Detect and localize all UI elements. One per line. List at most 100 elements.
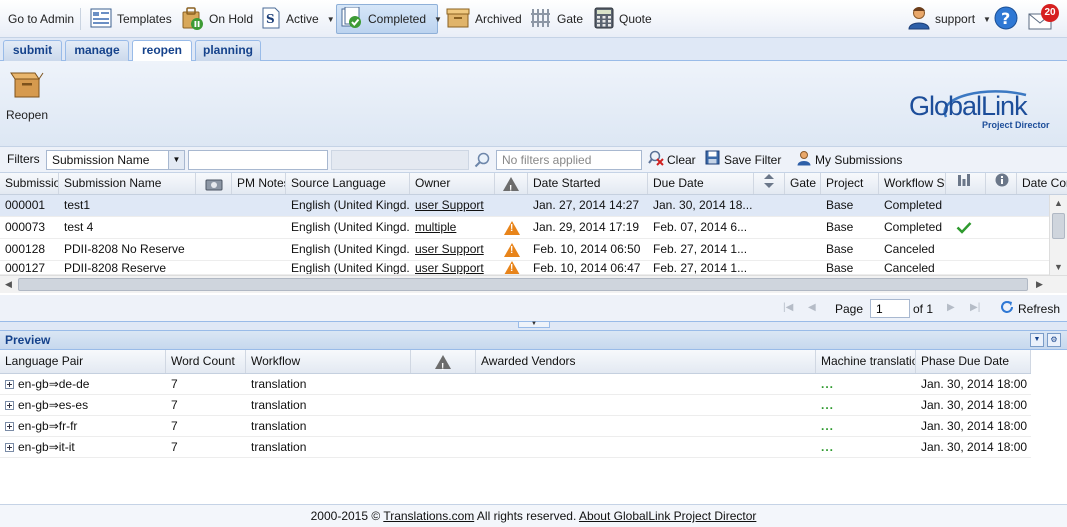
page-number-input[interactable] [870,299,910,318]
my-submissions-button[interactable]: My Submissions [797,150,902,170]
tab-reopen[interactable]: reopen [132,40,192,62]
grid-vertical-scrollbar[interactable]: ▲ ▼ [1049,195,1067,275]
completed-button[interactable]: Completed ▼ [336,4,442,34]
user-menu[interactable]: support ▼ [904,4,995,34]
refresh-button[interactable]: Refresh [1000,300,1060,317]
language-pair: en-gb⇒fr-fr [0,416,166,438]
notifications-button[interactable]: 20 [1024,4,1060,34]
column-header-awarded-vendors[interactable]: Awarded Vendors [476,350,816,373]
column-header-date-completed[interactable]: Date Con [1017,173,1067,194]
language-pair-text: en-gb⇒de-de [18,377,90,391]
owner-link[interactable]: multiple [410,217,495,239]
submission-id: 000001 [5,198,46,212]
column-header-language-pair[interactable]: Language Pair [0,350,166,373]
list-item[interactable]: en-gb⇒fr-fr 7 translation ... Jan. 30, 2… [0,416,1031,437]
column-header-workflow[interactable]: Workflow [246,350,411,373]
column-header-phase-due-date[interactable]: Phase Due Date [916,350,1031,373]
templates-button[interactable]: Templates [86,4,176,34]
column-header-project[interactable]: Project [821,173,879,194]
tab-manage[interactable]: manage [65,40,129,61]
on-hold-button[interactable]: On Hold [176,4,257,34]
column-header-machine-translation[interactable]: Machine translation [816,350,916,373]
owner-link[interactable]: user Support [410,261,495,274]
project-name: Base [826,220,854,234]
language-pair-text: en-gb⇒it-it [18,440,75,454]
table-row[interactable]: 000073 test 4 English (United Kingd... m… [0,217,1049,239]
go-to-admin-button[interactable]: Go to Admin [4,4,78,34]
about-link[interactable]: About GlobalLink Project Director [579,509,756,523]
table-row[interactable]: 000128 PDII-8208 No Reserve English (Uni… [0,239,1049,261]
reopen-button[interactable]: Reopen [4,69,50,127]
tab-submit[interactable]: submit [3,40,62,61]
scrollbar-thumb[interactable] [1052,213,1065,239]
info-icon [995,173,1009,194]
scroll-right-icon[interactable]: ▶ [1036,279,1043,290]
scroll-left-icon[interactable]: ◀ [5,279,12,290]
user-avatar-icon [908,6,930,33]
next-page-icon[interactable]: ▶ [947,302,955,313]
save-filter-button[interactable]: Save Filter [705,150,781,170]
column-header-alert[interactable] [495,173,528,194]
owner-link[interactable]: user Support [410,195,495,217]
list-item[interactable]: en-gb⇒es-es 7 translation ... Jan. 30, 2… [0,395,1031,416]
scrollbar-thumb[interactable] [18,278,1028,291]
warning-icon [503,177,519,194]
panel-settings-icon[interactable]: ⚙ [1047,333,1061,347]
list-item[interactable]: en-gb⇒it-it 7 translation ... Jan. 30, 2… [0,437,1031,458]
column-header-date-started[interactable]: Date Started [528,173,648,194]
submission-id: 000128 [5,242,46,256]
column-header-owner[interactable]: Owner [410,173,495,194]
my-submissions-label: My Submissions [815,153,903,167]
collapse-handle-icon[interactable]: ▼ [518,321,550,328]
expand-icon[interactable] [5,380,14,389]
search-icon[interactable] [474,152,490,172]
last-page-icon[interactable]: ▶| [970,302,980,313]
owner-link[interactable]: user Support [410,239,495,261]
due-date: Feb. 27, 2014 1... [653,242,748,256]
quote-label: Quote [619,12,652,26]
column-header-workflow-status[interactable]: Workflow Sta [879,173,946,194]
gate-button[interactable]: Gate [526,4,587,34]
filter-field-select[interactable]: Submission Name ▼ [46,150,185,170]
table-row[interactable]: 000127 PDII-8208 Reserve English (United… [0,261,1049,275]
active-button[interactable]: S Active ▼ [257,4,339,34]
column-header-due-date[interactable]: Due Date [648,173,754,194]
column-header-photo[interactable] [196,173,232,194]
grid-horizontal-scrollbar[interactable]: ◀ ▶ [0,275,1067,293]
column-header-gate[interactable]: Gate [785,173,821,194]
templates-icon [90,8,112,31]
scroll-up-icon[interactable]: ▲ [1054,198,1063,208]
scroll-down-icon[interactable]: ▼ [1054,262,1063,272]
column-header-info[interactable] [986,173,1017,194]
column-header-alert[interactable] [411,350,476,373]
column-header-progress[interactable] [946,173,986,194]
archived-button[interactable]: Archived [442,4,526,34]
expand-icon[interactable] [5,422,14,431]
calculator-icon [594,7,614,32]
quote-button[interactable]: Quote [590,4,656,34]
column-header-submission[interactable]: Submission [0,173,59,194]
first-page-icon[interactable]: |◀ [783,302,793,313]
column-header-word-count[interactable]: Word Count [166,350,246,373]
panel-splitter[interactable]: ▼ [0,321,1067,330]
column-header-pm-notes[interactable]: PM Notes [232,173,286,194]
column-header-source-language[interactable]: Source Language [286,173,410,194]
column-header-submission-name[interactable]: Submission Name [59,173,196,194]
clear-filter-button[interactable]: Clear [648,150,696,170]
collapse-panel-icon[interactable]: ▼ [1030,333,1044,347]
workflow-status: Canceled [884,242,935,256]
company-link[interactable]: Translations.com [383,509,474,523]
column-header-priority[interactable] [754,173,785,194]
previous-page-icon[interactable]: ◀ [808,302,816,313]
table-row[interactable]: 000001 test1 English (United Kingd... us… [0,195,1049,217]
user-name: support [935,12,976,26]
expand-icon[interactable] [5,443,14,452]
expand-icon[interactable] [5,401,14,410]
filter-value-input[interactable] [188,150,328,170]
applied-filters-field[interactable]: No filters applied [496,150,642,170]
help-button[interactable]: ? [990,4,1022,34]
list-item[interactable]: en-gb⇒de-de 7 translation ... Jan. 30, 2… [0,374,1031,395]
language-pair: en-gb⇒it-it [0,437,166,459]
svg-text:S: S [266,12,275,26]
tab-planning[interactable]: planning [195,40,261,61]
